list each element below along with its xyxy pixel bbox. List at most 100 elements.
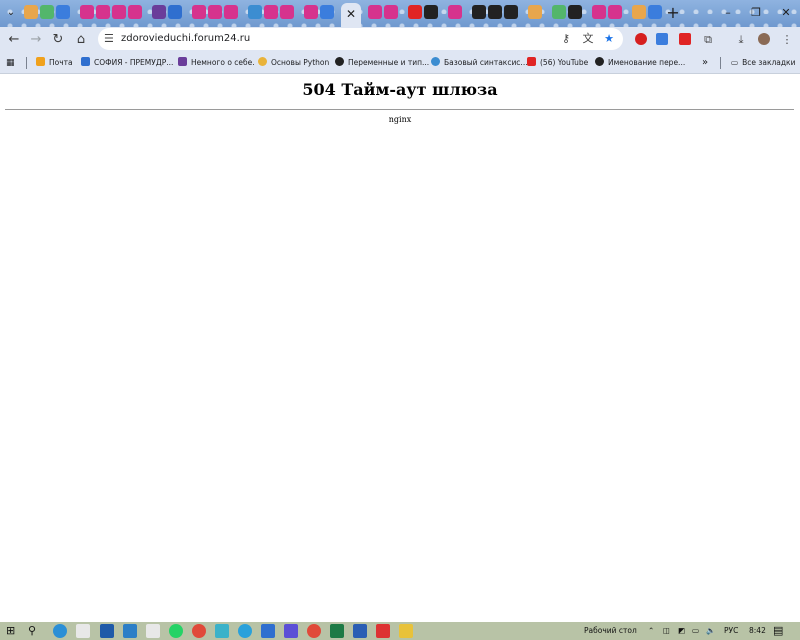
back-button[interactable]: ← bbox=[4, 30, 24, 50]
bookmarks-overflow-button[interactable]: » bbox=[702, 55, 708, 71]
mail-icon bbox=[36, 57, 45, 66]
extensions-icon[interactable]: ⧉ bbox=[700, 32, 716, 48]
chrome-icon[interactable] bbox=[307, 624, 321, 638]
apps-icon[interactable]: ▦ bbox=[6, 55, 15, 71]
app-icon[interactable] bbox=[215, 624, 229, 638]
whatsapp-icon[interactable] bbox=[169, 624, 183, 638]
bookmark-star-icon[interactable]: ★ bbox=[601, 31, 617, 47]
restore-button[interactable]: ❐ bbox=[746, 4, 766, 22]
reload-button[interactable]: ↻ bbox=[48, 30, 68, 50]
desktop-label[interactable]: Рабочий стол bbox=[584, 624, 637, 638]
bookmark-item[interactable]: Немного о себе. bbox=[178, 55, 255, 71]
tab-favicon[interactable] bbox=[192, 5, 206, 19]
translate-extension-icon[interactable] bbox=[656, 33, 668, 45]
translate-icon[interactable]: 文 bbox=[580, 31, 596, 47]
excel-icon[interactable] bbox=[330, 624, 344, 638]
edge-icon[interactable] bbox=[53, 624, 67, 638]
forward-button[interactable]: → bbox=[26, 30, 46, 50]
tab-favicon[interactable] bbox=[280, 5, 294, 19]
tab-favicon[interactable] bbox=[304, 5, 318, 19]
tab-favicon[interactable] bbox=[488, 5, 502, 19]
app-icon[interactable] bbox=[376, 624, 390, 638]
tab-favicon[interactable] bbox=[424, 5, 438, 19]
youtube-icon bbox=[527, 57, 536, 66]
tab-favicon[interactable] bbox=[112, 5, 126, 19]
tab-favicon[interactable] bbox=[504, 5, 518, 19]
tab-favicon[interactable] bbox=[592, 5, 606, 19]
close-window-button[interactable]: ✕ bbox=[776, 4, 796, 22]
taskview-icon[interactable] bbox=[76, 624, 90, 638]
tab-favicon[interactable] bbox=[528, 5, 542, 19]
bookmark-item[interactable]: СОФИЯ - ПРЕМУДР... bbox=[81, 55, 173, 71]
tab-favicon[interactable] bbox=[80, 5, 94, 19]
tab-favicon[interactable] bbox=[24, 5, 38, 19]
bookmark-item[interactable]: Базовый синтаксис... bbox=[431, 55, 528, 71]
new-tab-button[interactable]: + bbox=[664, 3, 682, 23]
tab-favicon[interactable] bbox=[568, 5, 582, 19]
address-url[interactable]: zdorovieduchi.forum24.ru bbox=[121, 31, 250, 47]
bookmark-item[interactable]: Именование пере... bbox=[595, 55, 685, 71]
tab-favicon[interactable] bbox=[448, 5, 462, 19]
all-bookmarks-button[interactable]: ▭ Все закладки bbox=[731, 55, 795, 71]
site-icon bbox=[335, 57, 344, 66]
volume-icon[interactable]: 🔈 bbox=[706, 624, 715, 638]
tab-favicon[interactable] bbox=[152, 5, 166, 19]
browser-toolbar: ← → ↻ ⌂ ☰ zdorovieduchi.forum24.ru ⚷ 文 ★… bbox=[0, 27, 800, 53]
tab-favicon[interactable] bbox=[632, 5, 646, 19]
mail-app-icon[interactable] bbox=[261, 624, 275, 638]
word-icon[interactable] bbox=[353, 624, 367, 638]
tab-favicon[interactable] bbox=[608, 5, 622, 19]
app-icon[interactable] bbox=[100, 624, 114, 638]
chevron-up-icon[interactable]: ⌃ bbox=[648, 624, 654, 638]
help-icon[interactable] bbox=[399, 624, 413, 638]
chrome-icon[interactable] bbox=[192, 624, 206, 638]
close-icon[interactable]: ✕ bbox=[341, 3, 361, 25]
bookmark-item[interactable]: Почта bbox=[36, 55, 73, 71]
tab-favicon[interactable] bbox=[208, 5, 222, 19]
chevron-down-icon[interactable]: ⌄ bbox=[3, 5, 19, 21]
tab-favicon[interactable] bbox=[96, 5, 110, 19]
network-icon[interactable]: ▭ bbox=[692, 624, 699, 638]
app-icon[interactable] bbox=[284, 624, 298, 638]
telegram-icon[interactable] bbox=[238, 624, 252, 638]
tab-favicon[interactable] bbox=[648, 5, 662, 19]
language-indicator[interactable]: РУС bbox=[724, 624, 738, 638]
yandex-icon[interactable] bbox=[146, 624, 160, 638]
tray-icon[interactable]: ◩ bbox=[678, 624, 685, 638]
youtube-extension-icon[interactable] bbox=[679, 33, 691, 45]
opera-icon[interactable] bbox=[635, 33, 647, 45]
tab-favicon[interactable] bbox=[472, 5, 486, 19]
bookmark-item[interactable]: Основы Python bbox=[258, 55, 329, 71]
bookmark-item[interactable]: Переменные и тип... bbox=[335, 55, 429, 71]
avatar[interactable] bbox=[758, 33, 770, 45]
tab-favicon[interactable] bbox=[128, 5, 142, 19]
site-info-icon[interactable]: ☰ bbox=[104, 31, 114, 47]
tab-favicon[interactable] bbox=[168, 5, 182, 19]
windows-start-icon[interactable]: ⊞ bbox=[6, 624, 15, 638]
download-icon[interactable]: ⤓ bbox=[733, 32, 749, 48]
bookmark-label: (56) YouTube bbox=[540, 58, 589, 67]
menu-icon[interactable]: ⋮ bbox=[779, 32, 795, 48]
tab-favicon[interactable] bbox=[320, 5, 334, 19]
tab-favicon[interactable] bbox=[408, 5, 422, 19]
clock[interactable]: 8:42 bbox=[749, 624, 766, 638]
address-bar[interactable]: ☰ zdorovieduchi.forum24.ru ⚷ 文 ★ bbox=[98, 28, 623, 50]
tab-favicon[interactable] bbox=[384, 5, 398, 19]
bookmark-label: СОФИЯ - ПРЕМУДР... bbox=[94, 58, 174, 67]
bookmark-item[interactable]: (56) YouTube bbox=[527, 55, 588, 71]
tab-favicon[interactable] bbox=[224, 5, 238, 19]
tab-favicon[interactable] bbox=[40, 5, 54, 19]
search-icon[interactable]: ⚲ bbox=[28, 624, 36, 638]
minimize-button[interactable]: – bbox=[718, 4, 738, 22]
home-button[interactable]: ⌂ bbox=[71, 30, 91, 50]
tab-favicon[interactable] bbox=[368, 5, 382, 19]
key-icon[interactable]: ⚷ bbox=[558, 31, 574, 47]
outlook-icon[interactable] bbox=[123, 624, 137, 638]
tab-favicon[interactable] bbox=[552, 5, 566, 19]
notifications-icon[interactable]: ▤ bbox=[773, 624, 783, 638]
active-tab[interactable]: ✕ bbox=[341, 3, 361, 27]
tab-favicon[interactable] bbox=[264, 5, 278, 19]
tab-favicon[interactable] bbox=[248, 5, 262, 19]
tray-icon[interactable]: ◫ bbox=[663, 624, 670, 638]
tab-favicon[interactable] bbox=[56, 5, 70, 19]
